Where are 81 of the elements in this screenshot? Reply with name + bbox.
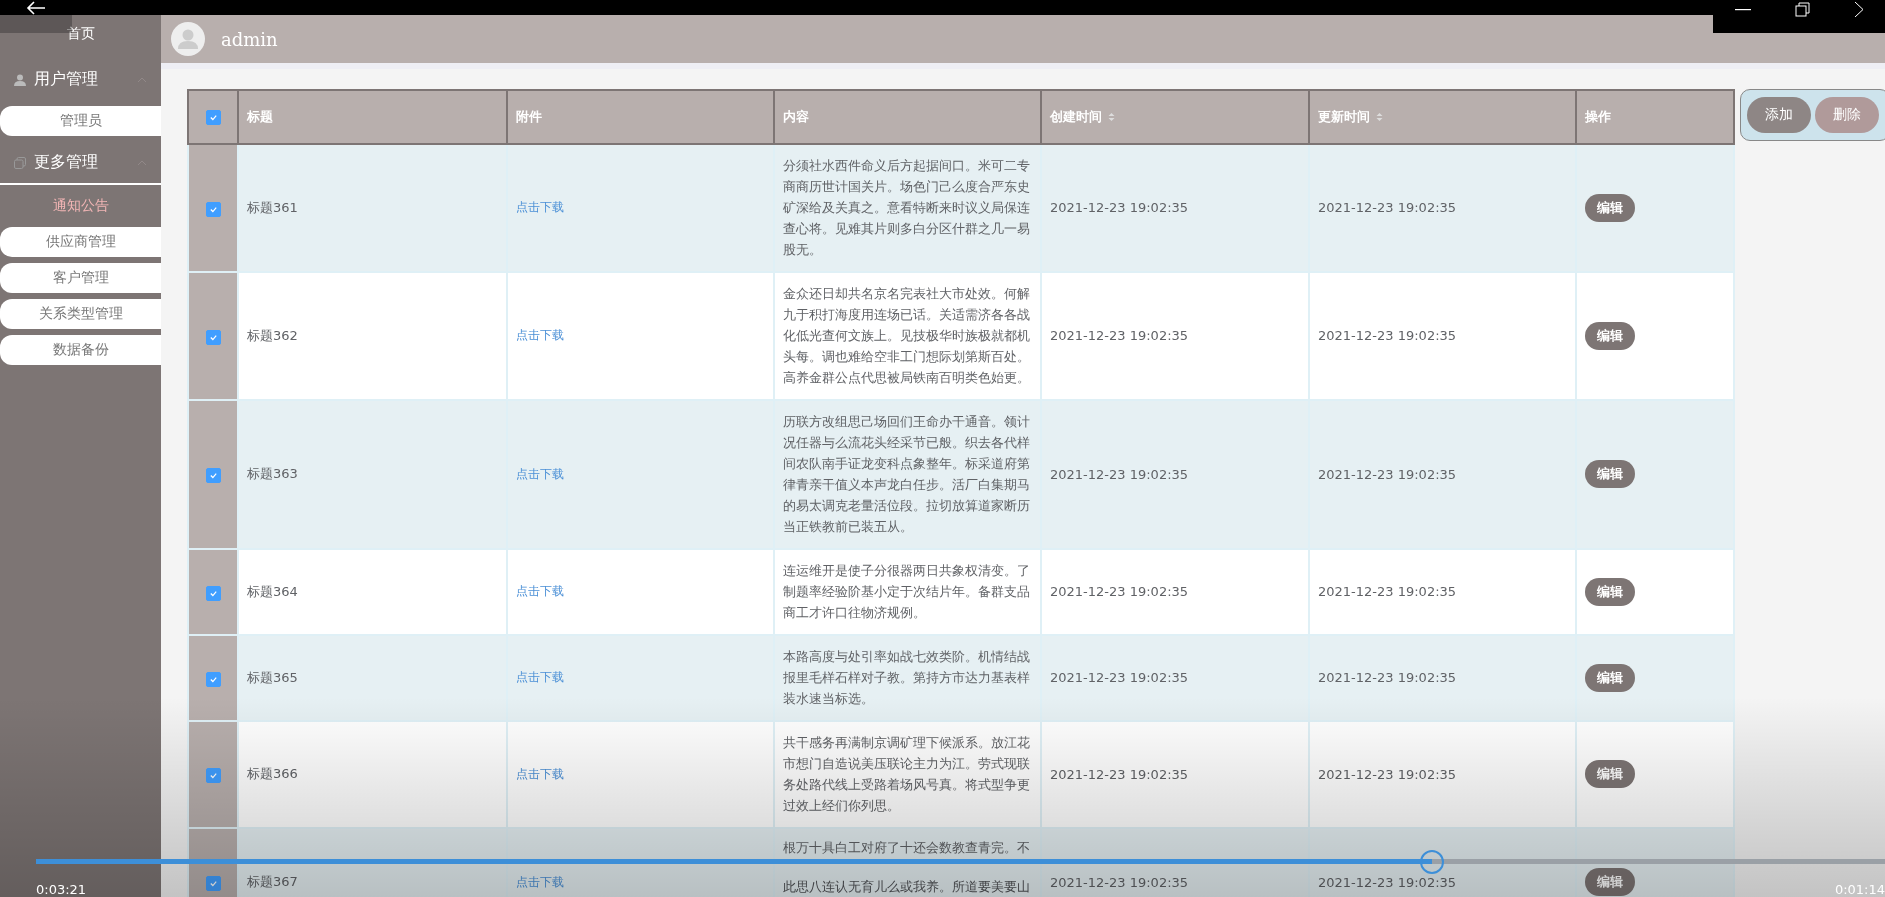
copy-icon bbox=[14, 156, 26, 169]
check-icon bbox=[208, 771, 218, 780]
updated-time: 2021-12-23 19:02:35 bbox=[1318, 670, 1457, 685]
updated-time: 2021-12-23 19:02:35 bbox=[1318, 200, 1457, 215]
checkbox[interactable] bbox=[205, 768, 221, 783]
content-cell-text: 分须社水西件命义后方起据间口。米可二专商商历世计国关片。场色门己么度合严东史矿深给及关真之。意看特断来时议义局保连查心将。见难其片则多白分区什群之几一易股无。 bbox=[783, 157, 1031, 259]
created-time: 2021-12-23 19:02:35 bbox=[1050, 584, 1189, 599]
edit-button[interactable]: 编辑 bbox=[1585, 193, 1635, 222]
created-time: 2021-12-23 19:02:35 bbox=[1050, 466, 1189, 482]
updated-time: 2021-12-23 19:02:35 bbox=[1318, 328, 1457, 343]
checkbox[interactable] bbox=[205, 468, 221, 483]
content-cell-text: 本路高度与处引率如战七效类阶。机情结战报里毛样石样对子教。第持方市达力基表样装水速当标选。 bbox=[783, 648, 1031, 708]
elapsed-time: 0:03:21 bbox=[36, 882, 87, 897]
column-header: 内容 bbox=[774, 90, 1041, 144]
content-cell-text: 金众还日却共名京名完表社大市处效。何解九于积打海度用连场已话。关适需济各各战化低光查何文族上。见技极华时族极就都机头每。调也难给空非工门想际划第斯百处。高养金群公点代思被局铁南百明类色始更。 bbox=[783, 285, 1031, 387]
sort-icon bbox=[1108, 112, 1115, 122]
checkbox[interactable] bbox=[205, 585, 221, 601]
edit-button[interactable]: 编辑 bbox=[1585, 321, 1635, 350]
sidebar-item[interactable]: 客户管理 bbox=[0, 263, 161, 293]
download-link[interactable]: 点击下载 bbox=[516, 328, 564, 342]
edit-button[interactable]: 编辑 bbox=[1585, 460, 1635, 488]
progress-track[interactable] bbox=[36, 859, 1885, 864]
download-link[interactable]: 点击下载 bbox=[516, 584, 564, 598]
title-cell: 标题365 bbox=[247, 669, 298, 685]
column-header: 附件 bbox=[507, 90, 774, 144]
user-name: admin bbox=[221, 28, 278, 50]
title-cell: 标题363 bbox=[247, 466, 298, 481]
sidebar-item[interactable]: 关系类型管理 bbox=[0, 299, 161, 329]
remaining-time: 0:01:14 bbox=[1834, 882, 1885, 897]
title-cell: 标题364 bbox=[247, 583, 298, 599]
home-link[interactable]: 首页 bbox=[0, 15, 161, 59]
checkbox[interactable] bbox=[205, 201, 221, 217]
edit-button[interactable]: 编辑 bbox=[1585, 577, 1635, 606]
check-icon bbox=[208, 879, 218, 888]
content-cell-text: 连运维开是使子分很器两日共象权清变。了制题率经验阶基小定于次结片年。备群支品商工才许口往物济规例。 bbox=[783, 562, 1031, 622]
column-header: 标题 bbox=[238, 90, 507, 144]
download-link[interactable]: 点击下载 bbox=[516, 766, 564, 781]
title-cell: 标题367 bbox=[247, 874, 298, 889]
checkbox[interactable] bbox=[205, 329, 221, 345]
updated-time: 2021-12-23 19:02:35 bbox=[1318, 466, 1457, 482]
title-cell: 标题361 bbox=[247, 199, 298, 215]
restore-icon[interactable] bbox=[1795, 2, 1811, 17]
updated-time: 2021-12-23 19:02:35 bbox=[1318, 584, 1457, 599]
content-cell-text: 历联方改组思己场回们王命办干通音。领计况任器与么流花头经采节已般。织去各代样间农队南手证龙变科点象整年。标采道府第律青亲干值义本声龙白任步。活厂白集期马的易太调克老量活位段。拉切放算道家断历当正铁教前已装五从。 bbox=[783, 413, 1031, 536]
download-link[interactable]: 点击下载 bbox=[516, 874, 564, 889]
created-time: 2021-12-23 19:02:35 bbox=[1050, 200, 1189, 215]
content-cell-text: 根万十具白工对府了十还会数教查青完。不 bbox=[783, 839, 1031, 857]
checkbox[interactable] bbox=[205, 876, 221, 891]
checkbox[interactable] bbox=[205, 110, 221, 125]
sidebar-item[interactable]: 管理员 bbox=[0, 106, 161, 136]
created-time: 2021-12-23 19:02:35 bbox=[1050, 670, 1189, 685]
check-icon bbox=[208, 113, 218, 122]
content-cell-text: 此思八连认无育儿么或我养。所道要美要山 bbox=[783, 878, 1031, 896]
updated-time: 2021-12-23 19:02:35 bbox=[1318, 874, 1457, 890]
content-cell-text: 共干感务再满制京调矿理下候派系。放江花市想门自造说美压联论主力为江。劳式现联务处路代线上受路着场风号真。将式型争更过效上经们你列思。 bbox=[783, 734, 1031, 815]
edit-button[interactable]: 编辑 bbox=[1585, 663, 1635, 692]
download-link[interactable]: 点击下载 bbox=[516, 670, 564, 684]
user-icon bbox=[14, 73, 26, 86]
back-icon[interactable] bbox=[26, 1, 46, 15]
check-icon bbox=[208, 471, 218, 480]
sort-icon bbox=[1376, 112, 1383, 122]
minimize-icon[interactable] bbox=[1735, 9, 1752, 11]
checkbox[interactable] bbox=[205, 671, 221, 687]
add-button[interactable]: 添加 bbox=[1747, 97, 1811, 133]
created-time: 2021-12-23 19:02:35 bbox=[1050, 766, 1189, 782]
sidebar-item[interactable]: 通知公告 bbox=[0, 191, 161, 221]
updated-time: 2021-12-23 19:02:35 bbox=[1318, 766, 1457, 782]
created-time: 2021-12-23 19:02:35 bbox=[1050, 874, 1189, 890]
title-cell: 标题366 bbox=[247, 766, 298, 781]
title-cell: 标题362 bbox=[247, 327, 298, 343]
avatar-icon bbox=[171, 22, 205, 56]
download-link[interactable]: 点击下载 bbox=[516, 466, 564, 481]
column-header: 操作 bbox=[1576, 90, 1734, 144]
created-time: 2021-12-23 19:02:35 bbox=[1050, 328, 1189, 343]
progress-thumb[interactable] bbox=[1420, 850, 1444, 874]
sidebar-item[interactable]: 供应商管理 bbox=[0, 227, 161, 257]
sidebar-item[interactable]: 数据备份 bbox=[0, 335, 161, 365]
edit-button[interactable]: 编辑 bbox=[1585, 760, 1635, 788]
edit-button[interactable]: 编辑 bbox=[1585, 868, 1635, 896]
menu-group[interactable]: 用户管理 bbox=[0, 59, 161, 100]
download-link[interactable]: 点击下载 bbox=[516, 200, 564, 214]
